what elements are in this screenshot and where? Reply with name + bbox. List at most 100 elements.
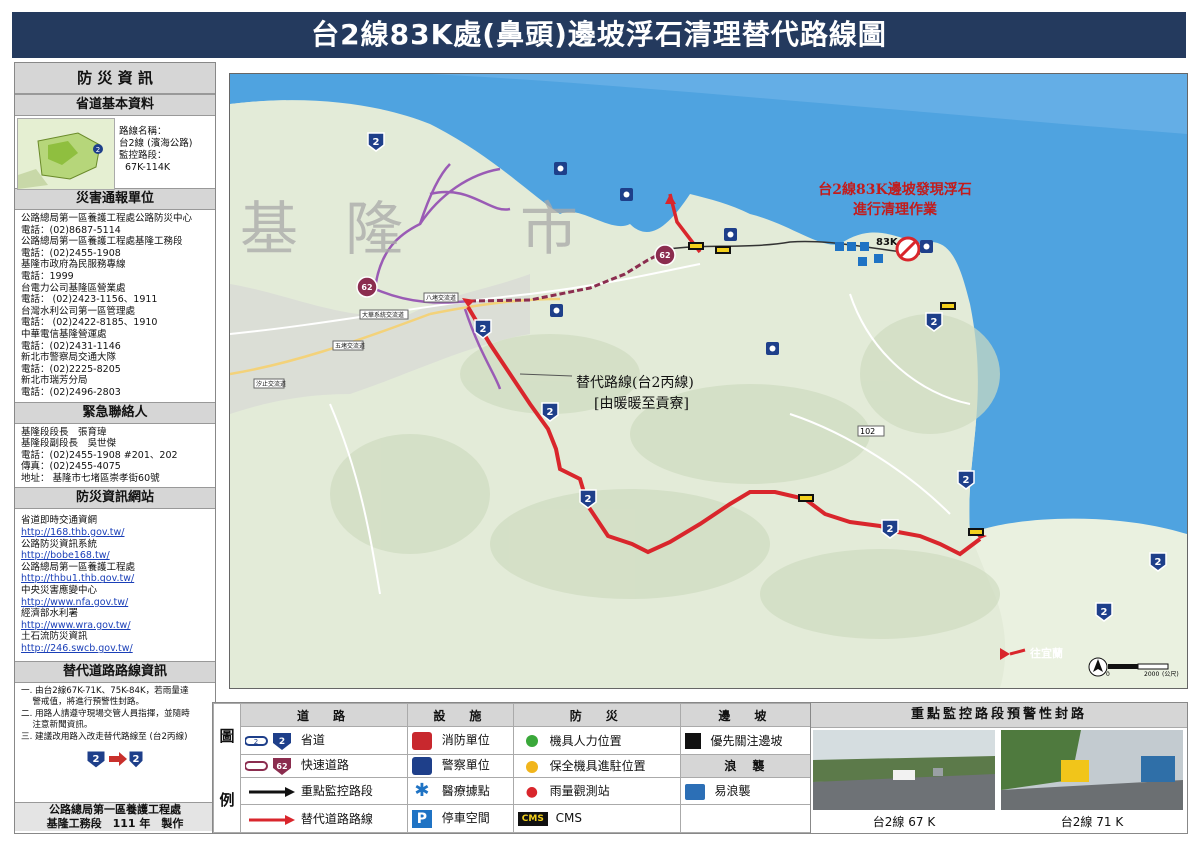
red-arrow-icon [249,814,295,825]
police-icon [620,188,633,201]
info-line: 公路總局第一區養護工程處基隆工務段 [21,236,183,248]
medical-icon: ✱ [414,780,430,802]
parking-icon [860,242,869,251]
route-map[interactable]: 基 隆 市 台2線83K邊坡發現浮石 進行清理作業 83K 替代路線(台2丙線)… [229,73,1188,689]
road-info: 路線名稱： 台2線 (濱海公路) 監控路段： 67K-114K [119,126,193,173]
svg-text:2: 2 [1155,557,1162,568]
web-site-label: 土石流防災資訊 [21,631,88,643]
legend-machinery: 機具人力位置 [512,726,681,755]
legend: 圖 例 道 路 設 施 防 災 邊 坡 2 2 省道 消防單位 機具人力位置 優… [212,702,812,834]
legend-expressway: 62 快速道路 [240,753,408,778]
web-site-link[interactable]: http://168.thb.gov.tw/ [21,527,209,539]
legend-rain-station: ● 雨量觀測站 [512,776,681,806]
web-site-link[interactable]: http://www.nfa.gov.tw/ [21,597,209,609]
photo-67k-caption: 台2線 67 K [872,815,936,829]
svg-text:2: 2 [887,524,894,535]
info-line: 二. 用路人請遵守現場交管人員指揮，並隨時 [21,708,190,719]
web-site-label: 公路總局第一區養護工程處 [21,561,136,573]
svg-text:2: 2 [480,324,487,335]
detour-label-2: [由暖暖至貢寮] [594,395,689,412]
info-line: 公路總局第一區養護工程處公路防災中心 [21,213,193,224]
road-102-label: 102 [860,427,875,436]
cms-icon [940,302,956,310]
svg-text:2: 2 [373,137,380,148]
svg-text:0: 0 [1106,671,1110,678]
svg-text:2: 2 [547,407,554,418]
info-line: 三. 建議改用路入改走替代路線至 (台2丙線) [21,731,188,742]
police-icon [554,162,567,175]
cms-icon [688,242,704,250]
legend-priority-slope: 優先關注邊坡 [679,726,812,755]
locator-mini-map: 2 [17,118,115,190]
photo-71k-caption: 台2線 71 K [1060,815,1124,829]
fire-dept-icon [411,731,432,750]
svg-text:2: 2 [585,494,592,505]
police-icon [411,756,432,775]
svg-text:2: 2 [254,738,258,746]
toward-yilan-label: 往宜蘭 [1030,646,1063,660]
city-label-3: 市 [520,195,578,263]
info-line: 台灣水利公司第一區管理處 [21,305,136,317]
info-line: 電話：(02)2496-2803 [21,386,121,398]
expressway-62-icon: 62 [654,244,676,266]
svg-text:2: 2 [931,317,938,328]
interchange-xizhi: 汐止交流道 [256,380,286,388]
legend-col-road: 道 路 [240,703,408,727]
web-site-label: 省道即時交通資網 [21,515,98,527]
north-arrow-icon [1088,657,1108,677]
legend-cms: CMS CMS [512,804,681,833]
info-line: 新北市瑞芳分局 [21,375,88,387]
info-line: 電話：1999 [21,270,74,282]
legend-parking: P 停車空間 [406,804,514,833]
cms-icon [968,528,984,536]
legend-medical: ✱ 醫療據點 [406,776,514,806]
info-line: 一. 由台2線67K-71K、75K-84K，若雨量達 [21,685,189,696]
basic-data-header: 省道基本資料 [15,94,215,116]
cms-icon [798,494,814,502]
web-site-label: 經濟部水利署 [21,608,79,620]
photos-panel: 重點監控路段預警性封路 台2線 67 K 台2線 71 K [810,702,1188,834]
info-line: 電話：(02)2455-1908 [21,247,121,259]
svg-text:62: 62 [659,251,670,260]
photo-71k [1001,730,1183,810]
police-icon [724,228,737,241]
web-list: 省道即時交通資網 http://168.thb.gov.tw/公路防災資訊系統 ht… [15,509,215,657]
interchange-wudu: 五堵交流道 [335,342,365,350]
info-line: 電話：(02)2431-1146 [21,340,121,352]
web-site-link[interactable]: http://bobe168.tw/ [21,550,209,562]
web-site-link[interactable]: http://thbu1.thb.gov.tw/ [21,573,209,585]
info-line: 電話：(02)2455-1908 #201、202 [21,449,178,461]
yellow-dot-icon [525,760,538,773]
wave-icon [684,783,705,800]
photo-67k [813,730,995,810]
info-line: 基隆段段長 張育瑋 [21,426,107,438]
city-label-2: 隆 [345,195,403,263]
map-pin-icon: ● [525,783,539,800]
info-line: 基隆市政府為民服務專線 [21,259,126,271]
info-line: 新北市警察局交通大隊 [21,352,117,364]
interchange-dahua: 大華系統交流道 [362,311,404,319]
info-line: 電話： (02)2422-8185、1910 [21,317,158,329]
parking-icon [835,242,844,251]
info-line: 地址： 基隆市七堵區崇孝街60號 [21,472,160,484]
alert-text-1: 台2線83K邊坡發現浮石 [818,181,971,198]
slope-warning-icon [684,733,701,750]
police-icon [550,304,563,317]
cms-icon [715,246,731,254]
svg-text:2: 2 [1101,607,1108,618]
svg-text:2: 2 [279,737,285,747]
expressway-icon: 62 [245,757,291,775]
web-site-link[interactable]: http://246.swcb.gov.tw/ [21,643,209,655]
info-line: 電話： (02)2423-1156、1911 [21,294,158,306]
legend-police-unit: 警察單位 [406,753,514,778]
legend-detour: 替代道路路線 [240,804,408,833]
svg-text:2: 2 [93,754,100,765]
svg-text:(公尺): (公尺) [1162,671,1179,678]
web-site-link[interactable]: http://www.wra.gov.tw/ [21,620,209,632]
sidebar-header: 防 災 資 訊 [15,63,215,94]
info-line: 警戒值，將進行預警性封路。 [21,697,145,708]
cms-icon: CMS [517,811,548,826]
alert-text-2: 進行清理作業 [853,201,938,218]
legend-col-facility: 設 施 [406,703,514,727]
legend-side-label: 圖 例 [213,703,241,833]
